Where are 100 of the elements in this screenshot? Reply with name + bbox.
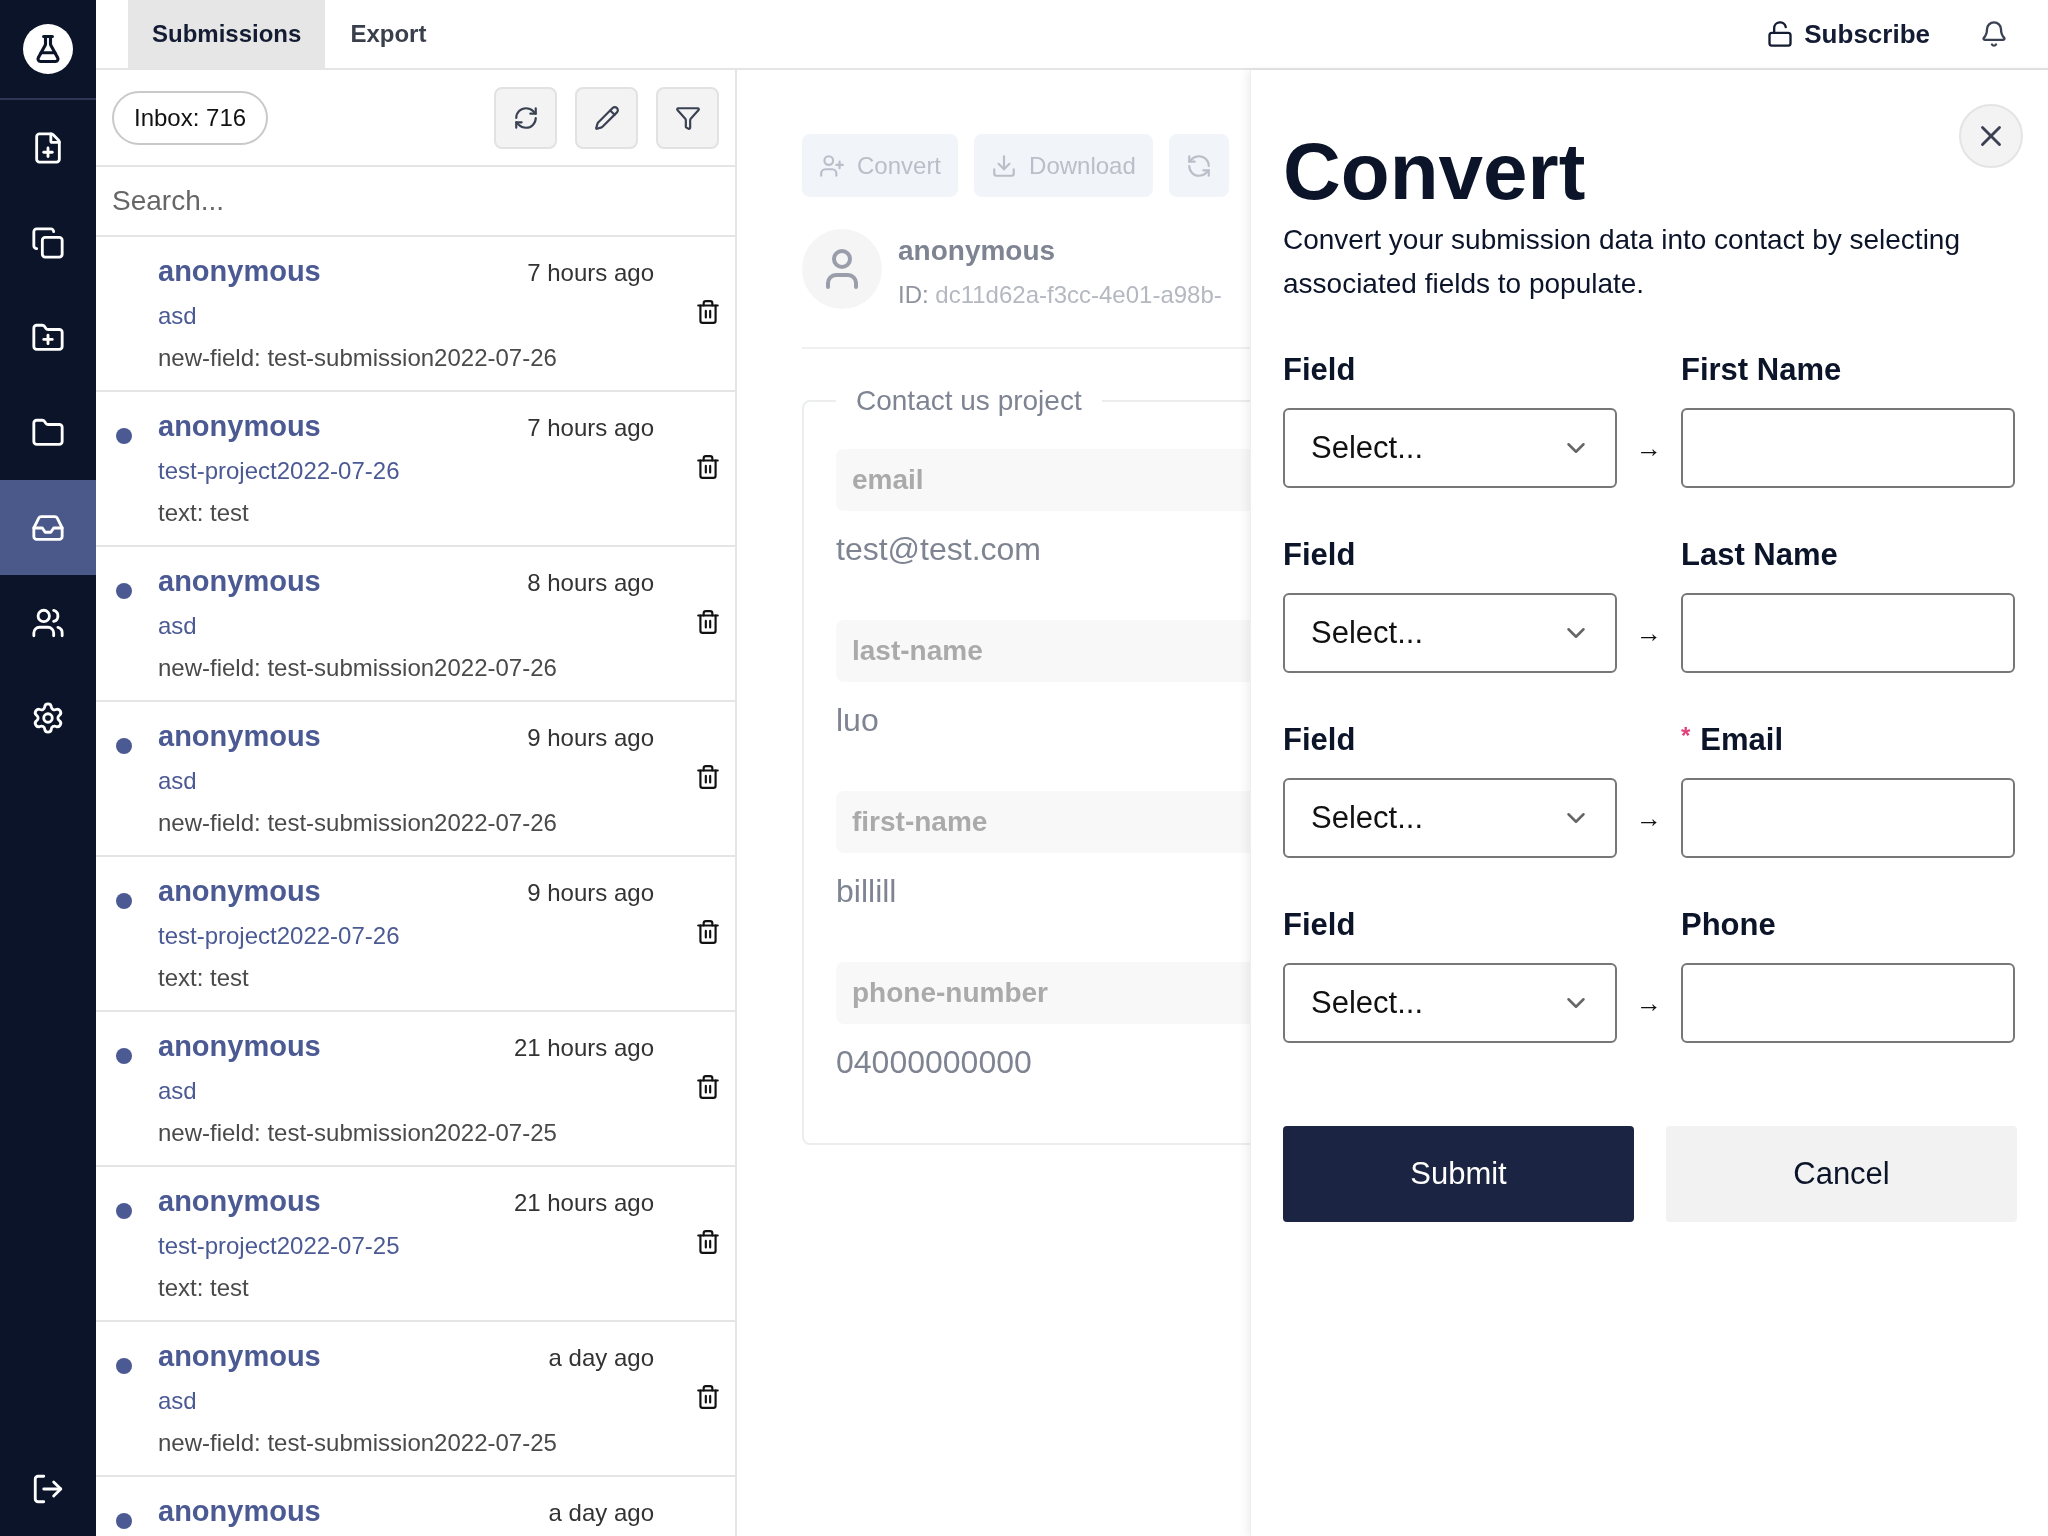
input-field[interactable] <box>1681 963 2015 1043</box>
submission-detail: new-field: test-submission2022-07-25 <box>158 1429 558 1457</box>
tab[interactable]: Submissions <box>128 0 326 68</box>
user-plus-icon <box>819 152 845 179</box>
tab[interactable]: Export <box>325 0 452 68</box>
delete-button[interactable] <box>695 609 721 635</box>
submitter-name: anonymous <box>158 565 321 598</box>
submission-detail: new-field: test-submission2022-07-26 <box>158 654 558 682</box>
project-name: test-project2022-07-26 <box>158 457 401 485</box>
submission-detail: new-field: test-submission2022-07-25 <box>158 1119 558 1147</box>
sidebar-item[interactable] <box>0 480 96 575</box>
input-field[interactable] <box>1681 593 2015 673</box>
submission-item[interactable]: anonymous 7 hours ago asd new-field: test-submission2022-07-26 <box>96 237 735 392</box>
project-name: asd <box>158 612 198 640</box>
trash-icon <box>695 1229 721 1255</box>
submitter-name: anonymous <box>158 1030 321 1063</box>
submission-item[interactable]: anonymous 21 hours ago asd new-field: test-submission2022-07-25 <box>96 1012 735 1167</box>
submit-button[interactable]: Submit <box>1283 1126 1634 1222</box>
delete-button[interactable] <box>695 1074 721 1100</box>
contact-id: ID: dc11d62a-f3cc-4e01-a98b- <box>898 281 1222 309</box>
refresh-button[interactable] <box>494 86 557 149</box>
submitter-name: anonymous <box>158 720 321 753</box>
refresh-icon <box>512 104 539 131</box>
bell-icon <box>1980 20 2008 48</box>
field-select[interactable]: Select... <box>1283 408 1617 488</box>
field-value: billill <box>836 872 898 911</box>
arrow-text: → <box>1635 986 1663 1020</box>
field-label: first-name <box>836 791 1250 853</box>
submission-item[interactable]: anonymous 9 hours ago asd new-field: test-submission2022-07-26 <box>96 702 735 857</box>
delete-button[interactable] <box>695 299 721 325</box>
submission-item[interactable]: anonymous a day ago asd new-field: test-submission2022-07-25 <box>96 1322 735 1477</box>
project-name: test-project2022-07-25 <box>158 1232 401 1260</box>
field-label: Field <box>1283 536 1357 574</box>
pencil-icon <box>593 104 620 131</box>
submission-detail: new-field: test-submission2022-07-26 <box>158 809 558 837</box>
trash-icon <box>695 1384 721 1410</box>
field-select[interactable]: Select... <box>1283 593 1617 673</box>
submission-detail: text: test <box>158 1274 250 1302</box>
drawer-description: Convert your submission data into contact by selecting associated fields to populate. <box>1283 223 1962 301</box>
inbox-count: Inbox: 716 <box>112 90 269 145</box>
submission-item[interactable]: anonymous 9 hours ago test-project2022-07-26 text: test <box>96 857 735 1012</box>
logo-icon <box>23 24 73 74</box>
copy-icon <box>31 225 65 260</box>
download-icon <box>991 152 1018 179</box>
submission-item[interactable]: anonymous 7 hours ago test-project2022-07-26 text: test <box>96 392 735 547</box>
subscribe-button[interactable]: Subscribe <box>1746 0 1950 68</box>
trash-icon <box>695 919 721 945</box>
field-select[interactable]: Select... <box>1283 778 1617 858</box>
arrow-text: → <box>1635 431 1663 465</box>
field-label: phone-number <box>836 962 1250 1024</box>
edit-button[interactable] <box>575 86 638 149</box>
trash-icon <box>695 1074 721 1100</box>
field-select[interactable]: Select... <box>1283 963 1617 1043</box>
delete-button[interactable] <box>695 919 721 945</box>
project-name: asd <box>158 767 198 795</box>
filter-icon <box>674 104 701 131</box>
submission-time: 21 hours ago <box>513 1189 654 1217</box>
project-name: asd <box>158 302 198 330</box>
contact-name: anonymous <box>898 235 1057 267</box>
refresh-icon <box>1185 152 1212 179</box>
submission-item[interactable]: anonymous a day ago <box>96 1477 735 1536</box>
cancel-button[interactable]: Cancel <box>1666 1126 2017 1222</box>
submitter-name: anonymous <box>158 1185 321 1218</box>
submitter-name: anonymous <box>158 1340 321 1373</box>
submission-item[interactable]: anonymous 8 hours ago asd new-field: test-submission2022-07-26 <box>96 547 735 702</box>
submission-time: a day ago <box>548 1499 654 1527</box>
filter-button[interactable] <box>656 86 719 149</box>
field-label: last-name <box>836 620 1250 682</box>
delete-button[interactable] <box>695 454 721 480</box>
submitter-name: anonymous <box>158 410 321 443</box>
submission-time: 9 hours ago <box>527 724 654 752</box>
target-label: * Email <box>1681 721 1785 759</box>
submission-time: 7 hours ago <box>527 259 654 287</box>
field-label: Field <box>1283 721 1357 759</box>
field-value: test@test.com <box>836 530 1042 569</box>
delete-button[interactable] <box>695 764 721 790</box>
submission-time: 21 hours ago <box>513 1034 654 1062</box>
target-label: Phone <box>1681 906 1777 944</box>
submission-item[interactable]: anonymous 21 hours ago test-project2022-07-25 text: test <box>96 1167 735 1322</box>
delete-button[interactable] <box>695 1384 721 1410</box>
lock-icon <box>1766 20 1795 48</box>
submission-time: a day ago <box>548 1344 654 1372</box>
arrow-text: → <box>1635 616 1663 650</box>
delete-button[interactable] <box>695 1229 721 1255</box>
submitter-name: anonymous <box>158 875 321 908</box>
target-label: Last Name <box>1681 536 1839 574</box>
field-value: luo <box>836 701 880 740</box>
submission-time: 9 hours ago <box>527 879 654 907</box>
submission-time: 7 hours ago <box>527 414 654 442</box>
field-label: Field <box>1283 351 1357 389</box>
submission-detail: text: test <box>158 964 250 992</box>
project-name: asd <box>158 1077 198 1105</box>
trash-icon <box>695 454 721 480</box>
trash-icon <box>695 764 721 790</box>
input-field[interactable] <box>1681 408 2015 488</box>
input-field[interactable] <box>1681 778 2015 858</box>
arrow-text: → <box>1635 801 1663 835</box>
project-name: test-project2022-07-26 <box>158 922 401 950</box>
project-title: Contact us project <box>855 385 1083 417</box>
submission-detail: text: test <box>158 499 250 527</box>
